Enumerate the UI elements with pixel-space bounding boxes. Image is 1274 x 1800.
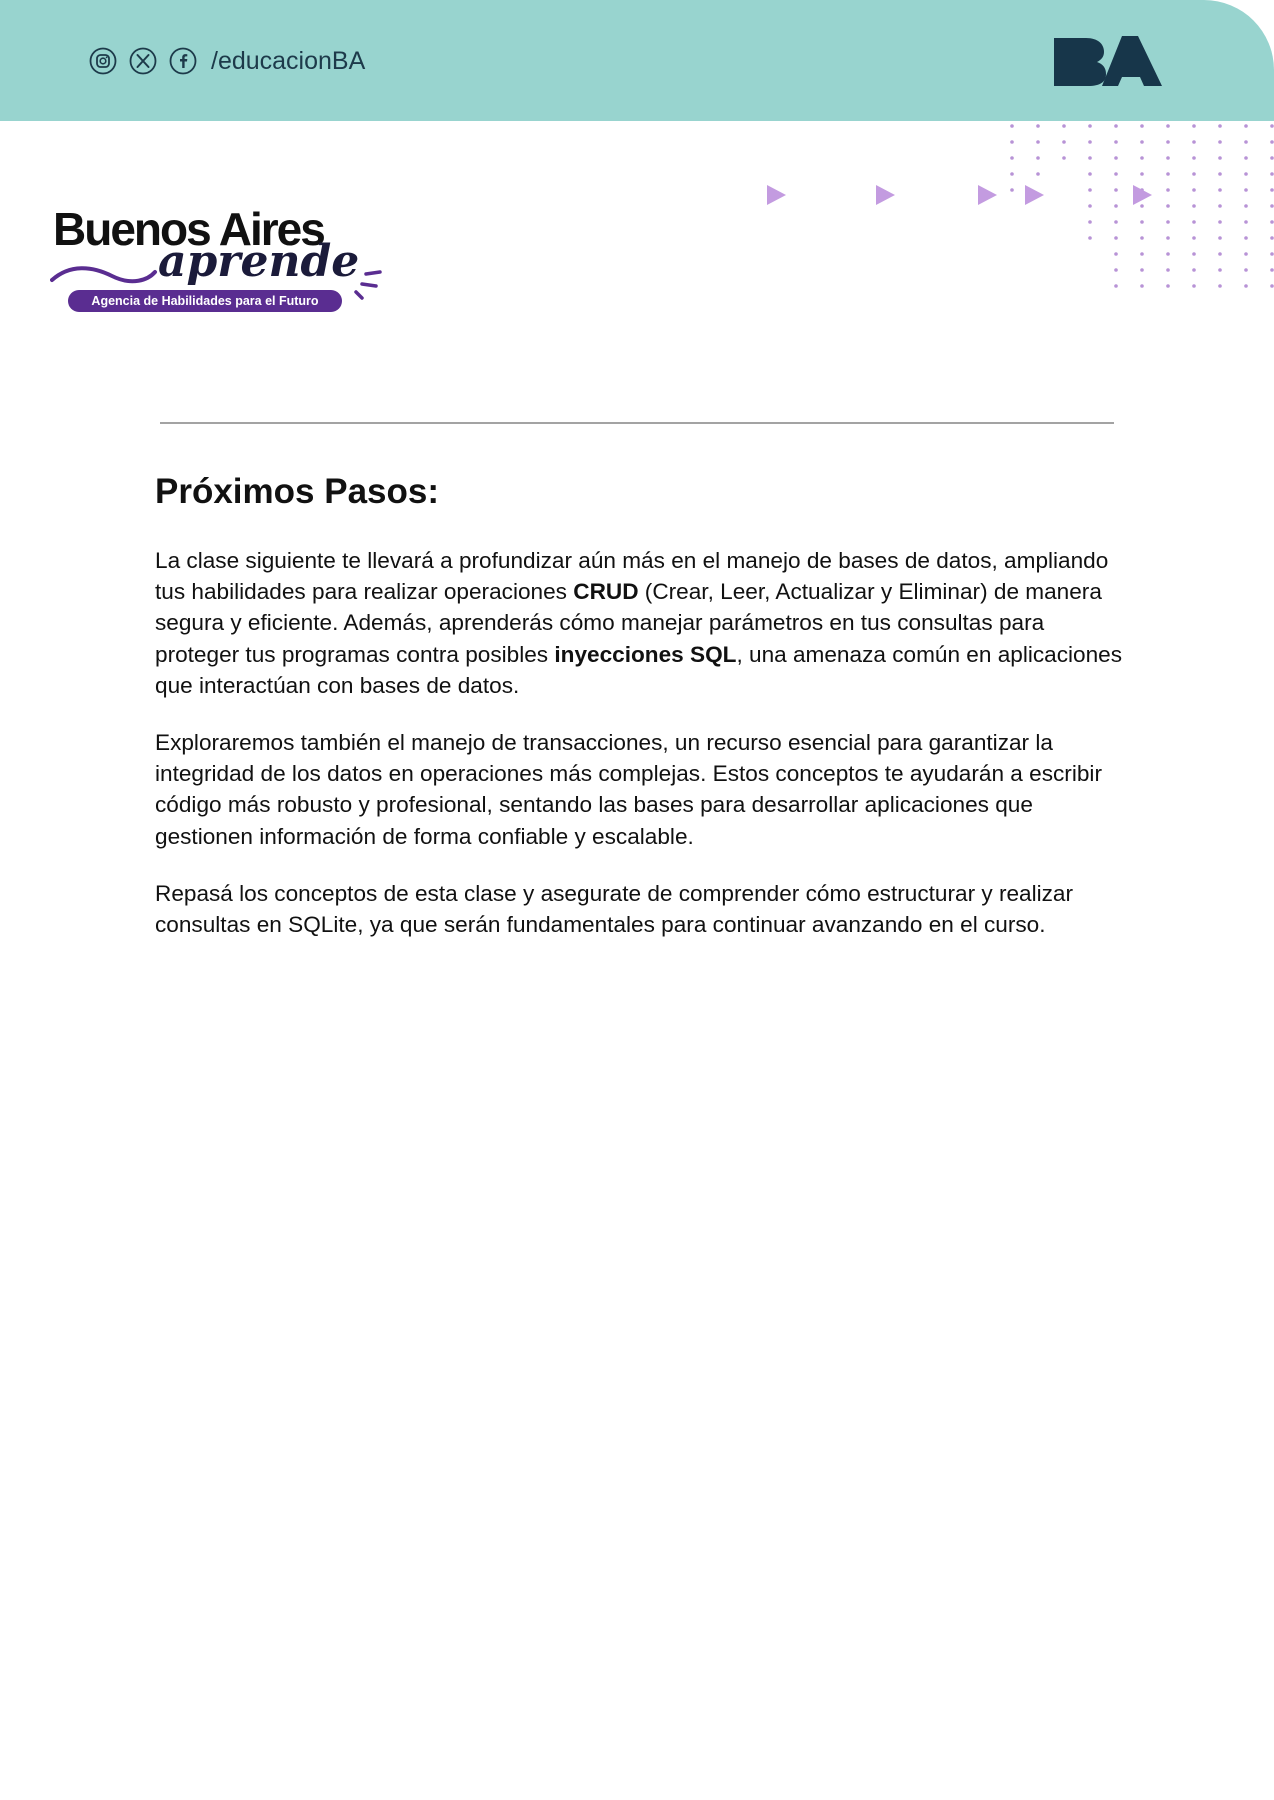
brand-script: aprende xyxy=(158,236,360,287)
section-title: Próximos Pasos: xyxy=(155,472,439,511)
social-handle[interactable]: /educacionBA xyxy=(211,47,365,76)
crud-term: CRUD xyxy=(573,579,639,605)
paragraph-3: Repasá los conceptos de esta clase y ase… xyxy=(155,880,1074,938)
sql-injection-term: inyecciones SQL xyxy=(554,641,737,667)
section-body: La clase siguiente te llevará a profundi… xyxy=(155,545,1125,966)
paragraph-2: Exploraremos también el manejo de transa… xyxy=(155,730,1102,849)
x-icon[interactable] xyxy=(129,47,157,75)
brand-logo: Buenos Aires aprende Agencia de Habilida… xyxy=(50,206,390,316)
instagram-icon[interactable] xyxy=(89,47,117,75)
divider xyxy=(160,422,1114,424)
facebook-icon[interactable] xyxy=(169,47,197,75)
dot-pattern-decoration xyxy=(1010,124,1274,288)
arrow-decoration xyxy=(767,185,1152,205)
social-links: /educacionBA xyxy=(89,45,365,77)
paragraph-1: La clase siguiente te llevará a profundi… xyxy=(155,545,1125,701)
brand-tagline: Agencia de Habilidades para el Futuro xyxy=(68,290,342,312)
ba-logo xyxy=(1054,36,1162,86)
